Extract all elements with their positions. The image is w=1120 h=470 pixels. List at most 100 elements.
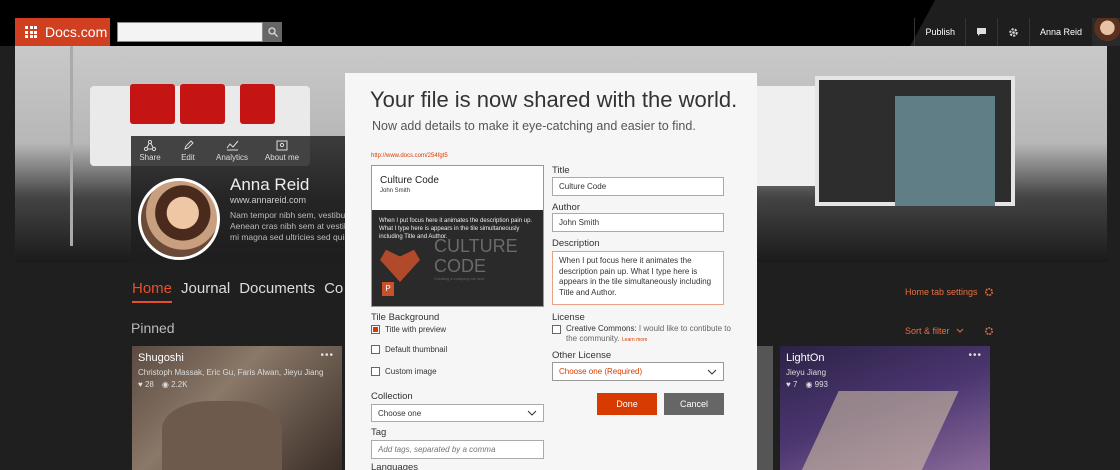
chat-button[interactable]	[964, 18, 997, 46]
edit-button[interactable]: Edit	[169, 140, 207, 162]
main-tabs: Home Journal Documents Co	[132, 280, 343, 303]
tile-preview: Culture Code John Smith When I put focus…	[371, 165, 544, 307]
author-label: Author	[552, 202, 580, 213]
cancel-button[interactable]: Cancel	[664, 393, 724, 415]
about-me-button[interactable]: About me	[257, 140, 307, 162]
document-tile[interactable]: Shugoshi Christoph Massak, Eric Gu, Fari…	[132, 346, 342, 470]
tab-journal[interactable]: Journal	[181, 280, 230, 303]
share-link[interactable]: http://www.docs.com/254fgt5	[371, 153, 448, 159]
tile-authors: Jieyu Jiang	[786, 368, 827, 377]
search-button[interactable]	[263, 22, 282, 42]
other-license-label: Other License	[552, 350, 612, 361]
chart-icon	[226, 140, 238, 151]
tag-label: Tag	[371, 427, 387, 438]
collection-select[interactable]: Choose one	[371, 404, 544, 422]
tab-collections[interactable]: Co	[324, 280, 343, 303]
tile-bg-default-checkbox[interactable]	[371, 345, 380, 354]
tab-documents[interactable]: Documents	[239, 280, 315, 303]
other-license-select[interactable]: Choose one (Required)	[552, 362, 724, 381]
description-label: Description	[552, 238, 600, 249]
search-input[interactable]	[117, 22, 263, 42]
tile-bg-title-preview-checkbox[interactable]	[371, 325, 380, 334]
more-icon[interactable]: •••	[320, 350, 334, 361]
profile-name: Anna Reid	[230, 175, 310, 194]
share-details-dialog: Your file is now shared with the world. …	[345, 73, 757, 470]
tile-bg-custom-option[interactable]: Custom image	[371, 367, 437, 376]
top-right-nav: Publish Anna Reid	[914, 18, 1120, 46]
user-name[interactable]: Anna Reid	[1028, 18, 1092, 46]
creative-commons-checkbox[interactable]	[552, 325, 561, 334]
tile-bg-custom-checkbox[interactable]	[371, 367, 380, 376]
preview-author: John Smith	[380, 188, 411, 194]
brand-button[interactable]: Docs.com	[15, 18, 110, 46]
tab-home[interactable]: Home	[132, 280, 173, 303]
share-icon	[144, 140, 156, 151]
profile-actions: Share Edit Analytics About me	[131, 140, 307, 162]
publish-button[interactable]: Publish	[914, 18, 965, 46]
document-tile[interactable]: LightOn Jieyu Jiang ♥ 7 ◉ 993 •••	[780, 346, 990, 470]
analytics-label: Analytics	[215, 153, 248, 162]
profile-url[interactable]: www.annareid.com	[230, 195, 306, 205]
chevron-down-icon	[527, 410, 537, 416]
title-field[interactable]: Culture Code	[552, 177, 724, 196]
author-field[interactable]: John Smith	[552, 213, 724, 232]
creative-commons-text: Creative Commons: I would like to contib…	[566, 324, 731, 343]
home-tab-settings-label: Home tab settings	[905, 287, 978, 297]
avatar[interactable]	[1092, 18, 1120, 46]
hero-pillow	[240, 84, 275, 124]
tile-image	[162, 401, 282, 470]
profile-bio: Nam tempor nibh sem, vestibu Aenean cras…	[230, 210, 354, 242]
license-label: License	[552, 312, 585, 323]
tile-image	[801, 391, 959, 470]
settings-button[interactable]	[996, 18, 1029, 46]
preview-description: When I put focus here it animates the de…	[379, 218, 533, 240]
powerpoint-icon: P	[382, 282, 394, 296]
search-icon	[267, 27, 278, 37]
gear-icon	[1009, 27, 1018, 37]
gear-icon	[984, 287, 993, 297]
sort-filter-label: Sort & filter	[905, 326, 950, 336]
dialog-subtitle: Now add details to make it eye-catching …	[372, 119, 696, 133]
hero-pillow	[180, 84, 225, 124]
more-icon[interactable]: •••	[968, 350, 982, 361]
eye-icon: ◉	[805, 380, 813, 389]
home-tab-settings-button[interactable]: Home tab settings	[905, 287, 994, 297]
preview-tagline: Creating a company we love	[434, 276, 485, 281]
tile-bg-title-preview-option[interactable]: Title with preview	[371, 325, 446, 334]
tile-background-label: Tile Background	[371, 312, 440, 323]
tag-input[interactable]	[371, 440, 544, 459]
gear-icon[interactable]	[984, 326, 994, 336]
views-count: ◉ 993	[805, 380, 829, 389]
share-button[interactable]: Share	[131, 140, 169, 162]
dialog-title: Your file is now shared with the world.	[370, 87, 738, 112]
tile-bg-default-option[interactable]: Default thumbnail	[371, 345, 447, 354]
sort-filter-button[interactable]: Sort & filter	[905, 326, 994, 336]
chat-icon	[976, 28, 986, 36]
about-me-label: About me	[264, 153, 300, 162]
edit-label: Edit	[181, 153, 195, 162]
description-field[interactable]: When I put focus here it animates the de…	[552, 251, 724, 305]
likes-count: ♥ 28	[138, 380, 154, 389]
document-tile[interactable]	[757, 346, 773, 470]
tile-title: Shugoshi	[138, 352, 184, 364]
tile-title: LightOn	[786, 352, 825, 364]
preview-title: Culture Code	[380, 175, 439, 186]
collection-label: Collection	[371, 391, 413, 402]
learn-more-link[interactable]: Learn more	[622, 337, 648, 343]
section-title: Pinned	[131, 320, 175, 336]
app-launcher-icon[interactable]	[25, 26, 37, 38]
languages-label: Languages	[371, 462, 419, 470]
done-button[interactable]: Done	[597, 393, 657, 415]
preview-big-text: CULTURE CODE	[434, 236, 518, 276]
tile-stats: ♥ 28 ◉ 2.2K	[138, 380, 188, 389]
heart-icon: ♥	[138, 380, 143, 389]
analytics-button[interactable]: Analytics	[207, 140, 257, 162]
likes-count: ♥ 7	[786, 380, 798, 389]
title-label: Title	[552, 165, 570, 176]
eye-icon: ◉	[161, 380, 169, 389]
profile-photo	[138, 178, 220, 260]
pencil-icon	[183, 140, 194, 150]
id-card-icon	[276, 140, 288, 151]
heart-icon: ♥	[786, 380, 791, 389]
creative-commons-option[interactable]: Creative Commons: I would like to contib…	[552, 324, 732, 345]
